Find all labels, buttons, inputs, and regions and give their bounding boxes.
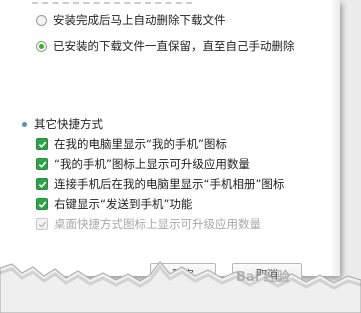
checkbox-desktop-upgrade-count: 桌面快捷方式图标上显示可升级应用数量: [36, 216, 261, 232]
radio-delete-after-install[interactable]: 安装完成后马上自动删除下载文件: [36, 12, 226, 28]
watermark: Bai 经验: [236, 270, 290, 285]
settings-panel: 安装完成后马上自动删除下载文件 已安装的下载文件一直保留，直至自己手动删除 其它…: [0, 0, 340, 276]
checkbox-checked-icon[interactable]: [36, 138, 48, 150]
checkbox-disabled-icon: [36, 218, 48, 230]
checkbox-show-upgrade-count[interactable]: “我的手机”图标上显示可升级应用数量: [36, 156, 250, 172]
cut-top-edge: [32, 0, 192, 4]
checkbox-label: 右键显示“发送到手机”功能: [54, 197, 193, 211]
section-title: 其它快捷方式: [34, 117, 103, 131]
radio-button-icon[interactable]: [36, 14, 47, 26]
checkbox-send-to-phone[interactable]: 右键显示“发送到手机”功能: [36, 196, 192, 212]
radio-keep-files[interactable]: 已安装的下载文件一直保留，直至自己手动删除: [36, 38, 295, 54]
checkbox-label: “我的手机”图标上显示可升级应用数量: [54, 157, 250, 171]
checkbox-show-my-phone-icon[interactable]: 在我的电脑里显示“我的手机”图标: [36, 136, 227, 152]
checkbox-label: 在我的电脑里显示“我的手机”图标: [54, 137, 227, 151]
checkbox-label-disabled: 桌面快捷方式图标上显示可升级应用数量: [54, 217, 261, 231]
checkbox-checked-icon[interactable]: [36, 198, 48, 210]
torn-paper-edge: [0, 261, 361, 313]
bullet-icon: [22, 121, 27, 127]
checkbox-checked-icon[interactable]: [36, 178, 48, 190]
checkbox-label: 连接手机后在我的电脑里显示“手机相册”图标: [54, 177, 285, 191]
radio-keep-label: 已安装的下载文件一直保留，直至自己手动删除: [53, 39, 295, 53]
section-header-shortcuts: 其它快捷方式: [20, 116, 103, 132]
radio-button-selected-icon[interactable]: [36, 40, 47, 52]
radio-delete-label: 安装完成后马上自动删除下载文件: [53, 13, 226, 27]
checkbox-show-album-icon[interactable]: 连接手机后在我的电脑里显示“手机相册”图标: [36, 176, 284, 192]
checkbox-checked-icon[interactable]: [36, 158, 48, 170]
